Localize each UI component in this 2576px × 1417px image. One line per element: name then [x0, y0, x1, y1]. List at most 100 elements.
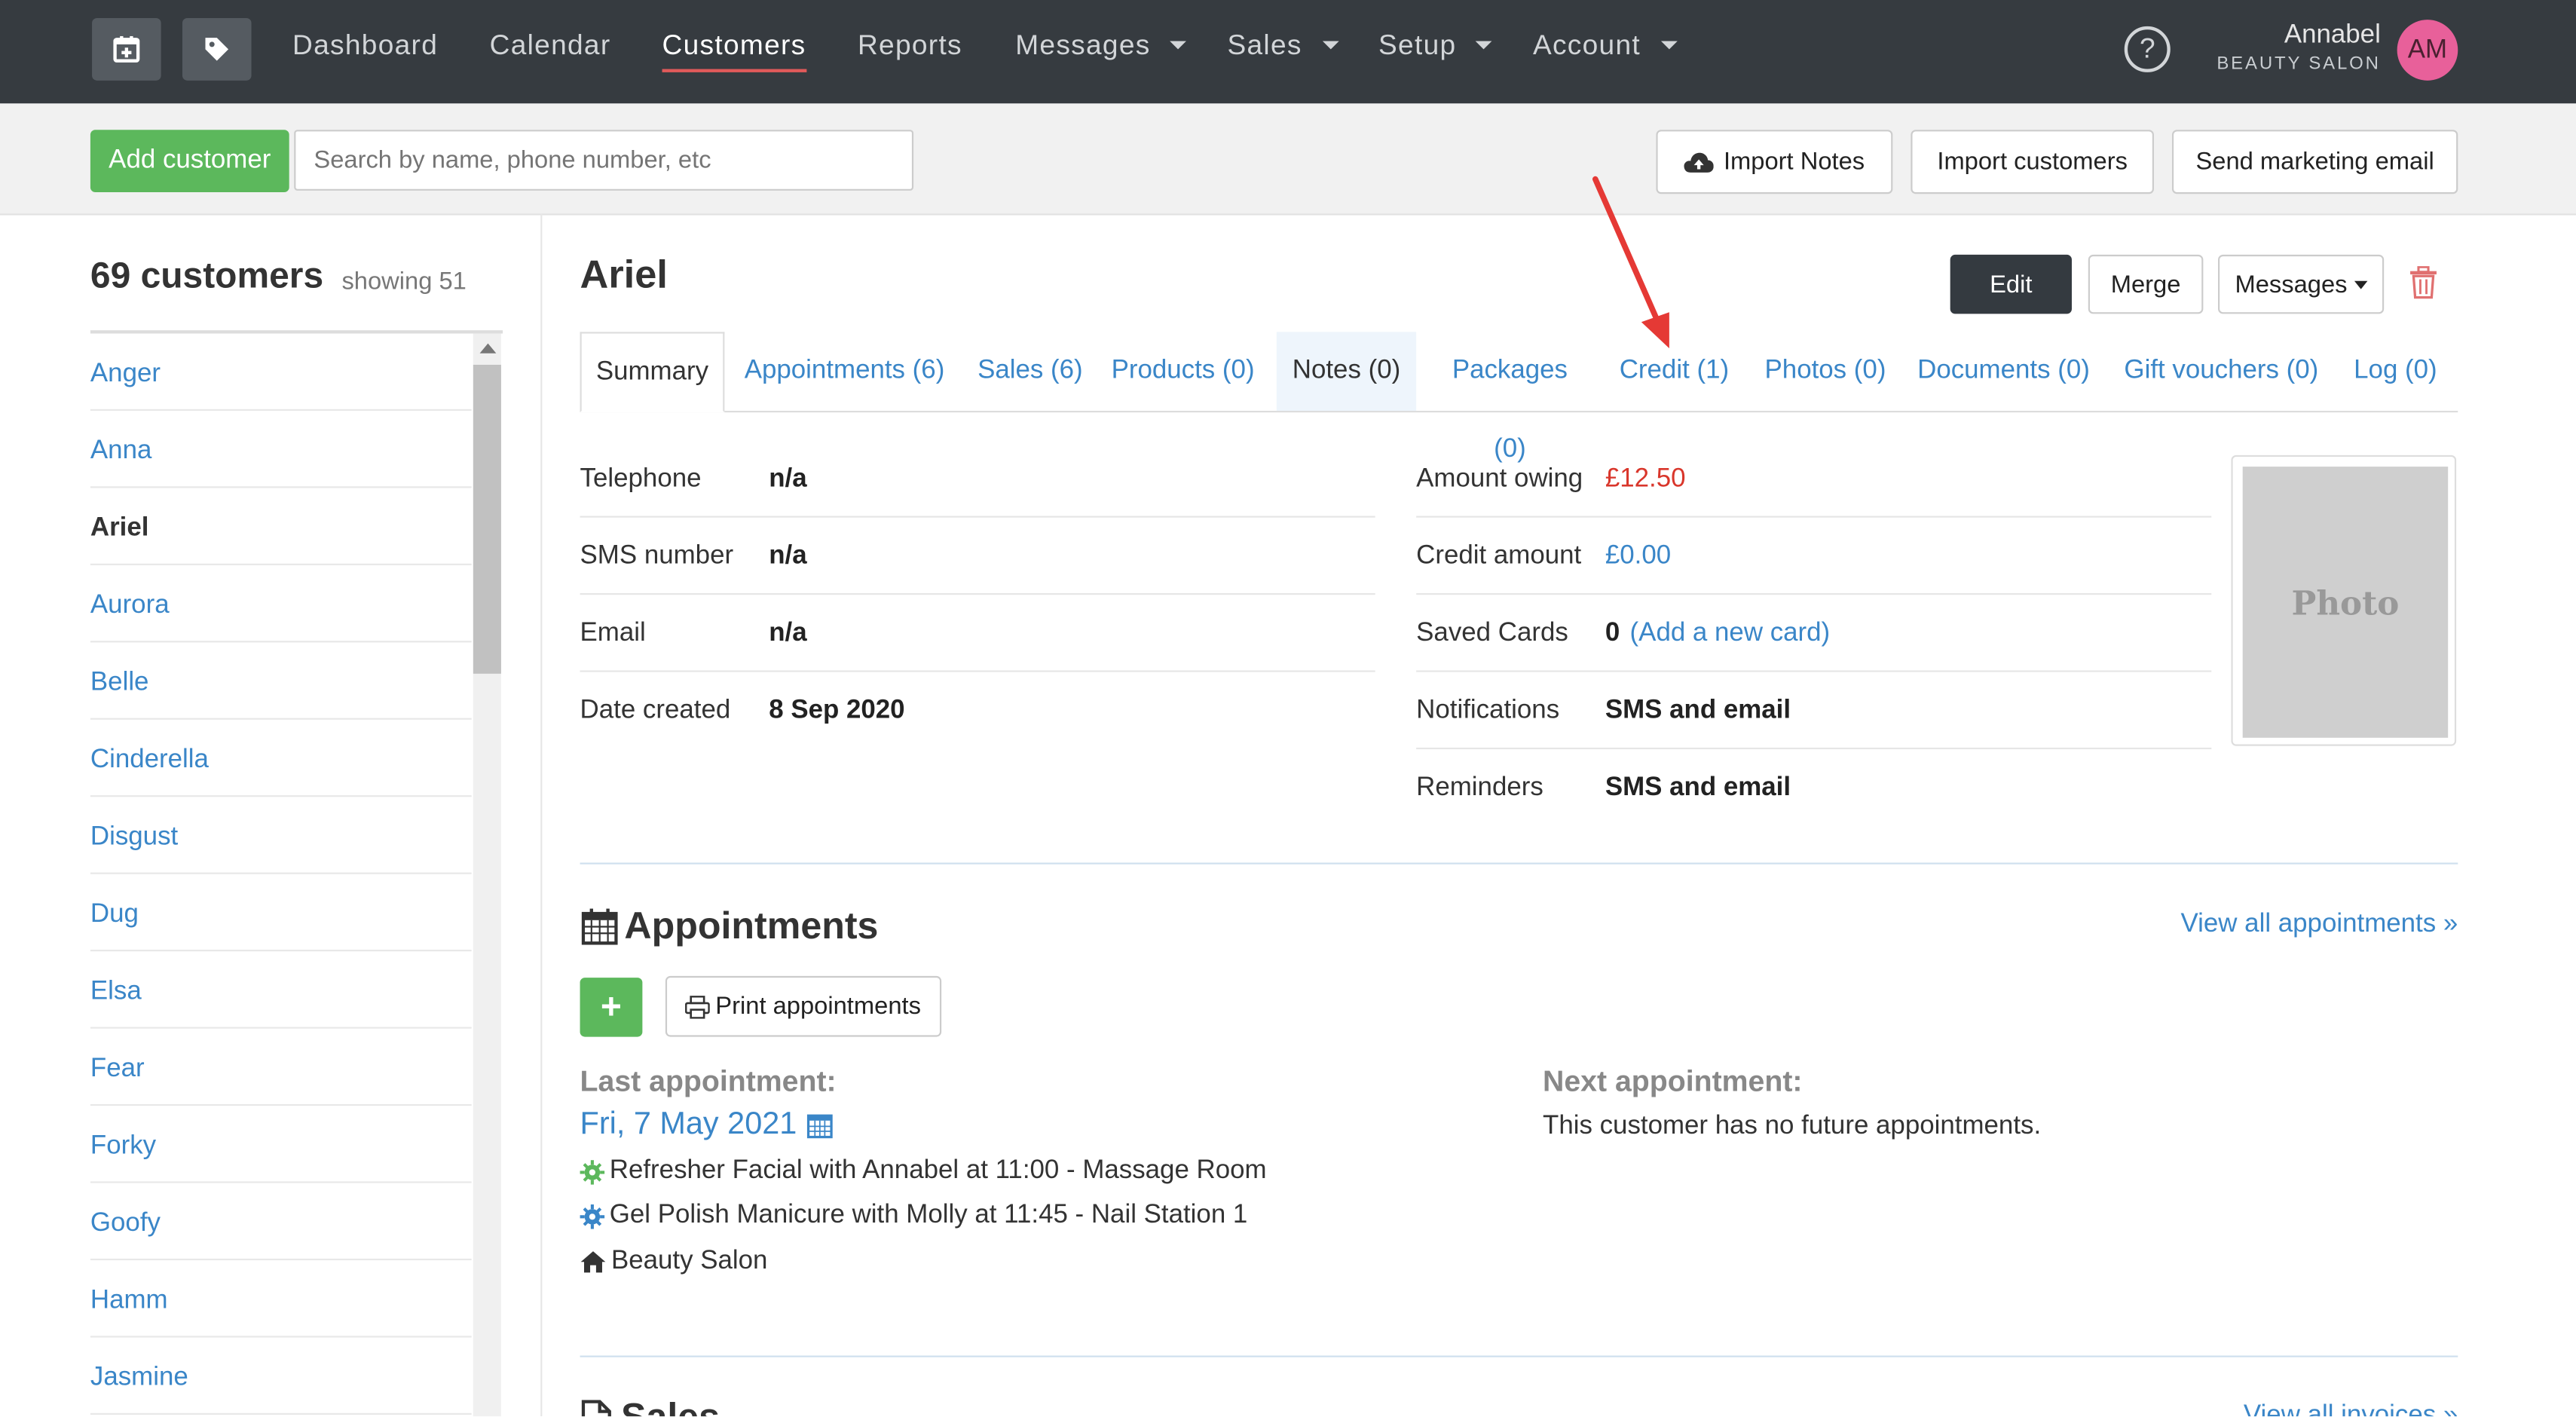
customer-name: Ariel — [580, 252, 668, 298]
tab-photos[interactable]: Photos (0) — [1760, 332, 1891, 411]
nav-dashboard[interactable]: Dashboard — [292, 29, 438, 63]
detail-value: SMS and email — [1605, 696, 1791, 725]
scroll-up-arrow-icon[interactable] — [479, 343, 497, 353]
detail-label: Email — [580, 619, 646, 647]
customer-list-item[interactable]: Hamm — [90, 1260, 472, 1338]
search-input[interactable] — [294, 130, 914, 191]
tab-appointments[interactable]: Appointments (6) — [738, 332, 951, 411]
detail-label: Credit amount — [1416, 542, 1582, 571]
calendar-icon — [581, 908, 618, 945]
document-icon — [581, 1400, 611, 1417]
add-customer-button[interactable]: Add customer — [90, 130, 289, 193]
chevron-down-icon — [1660, 41, 1677, 50]
divider — [1416, 747, 2212, 750]
import-notes-button[interactable]: Import Notes — [1656, 130, 1893, 194]
divider — [1416, 670, 2212, 672]
tab-products[interactable]: Products (0) — [1109, 332, 1257, 411]
cloud-upload-icon — [1684, 151, 1714, 172]
new-appointment-icon-button[interactable] — [92, 17, 161, 81]
merge-button[interactable]: Merge — [2088, 254, 2204, 314]
divider — [1416, 592, 2212, 595]
app-root: Dashboard Calendar Customers Reports Mes… — [0, 0, 2576, 1417]
tab-packages[interactable]: Packages (0) — [1433, 332, 1587, 464]
new-sale-icon-button[interactable] — [182, 17, 252, 81]
messages-label: Messages — [2235, 270, 2348, 298]
service-text: Gel Polish Manicure with Molly at 11:45 … — [609, 1201, 1248, 1229]
printer-icon — [686, 994, 711, 1018]
avatar[interactable]: AM — [2397, 20, 2458, 81]
nav-setup-label: Setup — [1378, 29, 1457, 61]
add-card-link[interactable]: (Add a new card) — [1630, 620, 1831, 649]
user-name[interactable]: Annabel — [2284, 21, 2381, 50]
nav-messages[interactable]: Messages — [1015, 29, 1187, 63]
sidebar-scrollbar-thumb[interactable] — [473, 364, 501, 674]
next-appointment-text: This customer has no future appointments… — [1543, 1112, 2042, 1140]
last-appointment-date-text: Fri, 7 May 2021 — [580, 1107, 797, 1143]
customer-list: Anger Anna Ariel Aurora Belle Cinderella… — [90, 334, 472, 1415]
tab-summary[interactable]: Summary — [580, 332, 725, 413]
tab-gift-vouchers[interactable]: Gift vouchers (0) — [2119, 332, 2323, 411]
nav-customers[interactable]: Customers — [662, 29, 806, 72]
customer-list-item[interactable]: Jasmine — [90, 1338, 472, 1415]
view-all-appointments-link[interactable]: View all appointments » — [2181, 910, 2458, 940]
customer-photo[interactable]: Photo — [2231, 454, 2457, 746]
chevron-down-icon — [1476, 41, 1493, 50]
divider — [580, 670, 1375, 672]
trash-icon[interactable] — [2409, 266, 2438, 299]
nav-calendar[interactable]: Calendar — [490, 29, 611, 63]
detail-value: n/a — [769, 619, 807, 647]
nav-account-label: Account — [1532, 29, 1641, 61]
amount-owing-value[interactable]: £12.50 — [1605, 465, 1686, 494]
credit-value[interactable]: £0.00 — [1605, 542, 1671, 571]
toolbar: Add customer Import Notes Import custome… — [0, 103, 2576, 216]
messages-dropdown-button[interactable]: Messages — [2218, 254, 2385, 314]
customer-list-item[interactable]: Belle — [90, 642, 472, 720]
gear-icon — [580, 1158, 605, 1184]
customer-list-item[interactable]: Dug — [90, 874, 472, 952]
annotation-arrow — [1592, 176, 1669, 349]
nav-setup[interactable]: Setup — [1378, 29, 1493, 63]
service-row: Gel Polish Manicure with Molly at 11:45 … — [580, 1201, 1248, 1231]
send-marketing-email-button[interactable]: Send marketing email — [2171, 130, 2458, 194]
last-appointment-label: Last appointment: — [580, 1064, 837, 1098]
appointments-heading: Appointments — [624, 904, 879, 947]
gear-icon — [580, 1203, 605, 1229]
tab-documents[interactable]: Documents (0) — [1914, 332, 2094, 411]
tab-sales[interactable]: Sales (6) — [976, 332, 1085, 411]
tab-notes[interactable]: Notes (0) — [1276, 332, 1417, 411]
detail-label: Telephone — [580, 464, 702, 493]
calendar-icon — [806, 1114, 833, 1139]
photo-placeholder: Photo — [2242, 467, 2449, 738]
import-customers-button[interactable]: Import customers — [1911, 130, 2154, 194]
divider — [580, 592, 1375, 595]
detail-label: SMS number — [580, 542, 734, 571]
customer-list-item[interactable]: Goofy — [90, 1183, 472, 1261]
divider — [1416, 516, 2212, 518]
customer-list-item[interactable]: Disgust — [90, 797, 472, 874]
nav-reports[interactable]: Reports — [858, 29, 962, 63]
customer-list-item[interactable]: Aurora — [90, 565, 472, 643]
detail-value: n/a — [769, 542, 807, 571]
customer-list-item-selected[interactable]: Ariel — [90, 488, 472, 565]
customer-list-item[interactable]: Cinderella — [90, 720, 472, 797]
help-icon[interactable]: ? — [2124, 26, 2171, 72]
last-appointment-date[interactable]: Fri, 7 May 2021 — [580, 1107, 834, 1143]
calendar-plus-icon — [113, 35, 140, 63]
customer-list-item[interactable]: Elsa — [90, 951, 472, 1029]
customer-list-item[interactable]: Anna — [90, 411, 472, 488]
print-appointments-button[interactable]: Print appointments — [665, 975, 942, 1037]
nav-account[interactable]: Account — [1533, 29, 1677, 63]
customer-list-item[interactable]: Anger — [90, 334, 472, 411]
view-all-invoices-link[interactable]: View all invoices » — [2244, 1402, 2458, 1417]
customer-list-item[interactable]: Forky — [90, 1106, 472, 1183]
tab-log[interactable]: Log (0) — [2349, 332, 2441, 411]
edit-button[interactable]: Edit — [1950, 254, 2072, 314]
nav-sales[interactable]: Sales — [1227, 29, 1338, 63]
service-row: Refresher Facial with Annabel at 11:00 -… — [580, 1157, 1267, 1186]
customer-list-item[interactable]: Fear — [90, 1029, 472, 1106]
detail-value: 8 Sep 2020 — [769, 696, 905, 725]
add-appointment-button[interactable]: + — [580, 978, 643, 1037]
sales-heading: Sales — [621, 1394, 720, 1417]
detail-label: Date created — [580, 696, 731, 725]
nav-messages-label: Messages — [1015, 29, 1151, 61]
